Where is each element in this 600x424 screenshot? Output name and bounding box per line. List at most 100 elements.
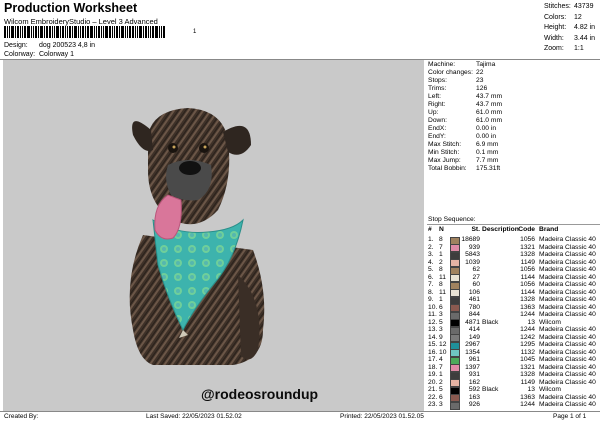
stat-label: Width:: [544, 34, 564, 42]
info-panel: Machine: Tajima Color changes: 22 Stops: 23 Tr…: [427, 60, 600, 411]
barcode-bar: [87, 26, 89, 38]
barcode-bar: [94, 26, 95, 38]
stat-value: 43739: [574, 3, 594, 10]
barcode-bar: [67, 26, 68, 38]
barcode-bar: [129, 26, 131, 38]
header-stat: Height: 4.82 in: [544, 23, 595, 34]
barcode-bar: [125, 26, 126, 38]
header-stat: Zoom: 1:1: [544, 44, 595, 55]
design-canvas: @rodeosroundup: [3, 60, 424, 411]
info-value: 43.7 mm: [476, 101, 503, 108]
info-value: 23: [476, 77, 484, 84]
col-header-description: Description: [482, 226, 519, 233]
header-stat: Stitches: 43739: [544, 2, 595, 13]
barcode-bar: [90, 26, 93, 38]
barcode-bar: [31, 26, 32, 38]
barcode-bar: [22, 26, 23, 38]
info-label: Machine:: [428, 61, 456, 68]
colorway-label: Colorway:: [4, 51, 36, 58]
row-number: 23.: [428, 401, 438, 408]
info-label: Down:: [428, 117, 447, 124]
info-value: 6.9 mm: [476, 141, 499, 148]
info-label: Right:: [428, 101, 446, 108]
stitch-count: 926: [468, 401, 480, 408]
barcode-bar: [9, 26, 10, 38]
barcode-bar: [27, 26, 30, 38]
barcode-bar: [150, 26, 151, 38]
barcode-bar: [127, 26, 128, 38]
info-label: Up:: [428, 109, 439, 116]
barcode-bar: [96, 26, 97, 38]
barcode-bar: [82, 26, 84, 38]
info-value: 0.00 in: [476, 125, 497, 132]
info-label: Left:: [428, 93, 442, 100]
design-value: dog 200523 4,8 in: [39, 42, 96, 49]
barcode-bar: [7, 26, 8, 38]
barcode-bar: [56, 26, 59, 38]
barcode-bar: [65, 26, 66, 38]
barcode-bar: [101, 26, 102, 38]
page-number: Page 1 of 1: [553, 413, 587, 420]
col-header-n: N: [439, 226, 444, 233]
header-stats: Stitches: 43739 Colors: 12 Height: 4.82 in Wid…: [544, 2, 595, 55]
barcode-bar: [132, 26, 134, 38]
barcode-bar: [137, 26, 138, 38]
last-saved: Last Saved: 22/05/2023 01.52.02: [146, 413, 242, 420]
barcode-number: 1: [193, 29, 197, 35]
barcode-bar: [155, 26, 158, 38]
barcode-bar: [119, 26, 120, 38]
barcode-bar: [72, 26, 73, 38]
thread-brand: Madeira Classic 40: [539, 401, 596, 408]
color-number: 3: [439, 401, 443, 408]
handle-text: @rodeosroundup: [201, 386, 319, 402]
barcode-bar: [161, 26, 162, 38]
barcode-bar: [15, 26, 16, 38]
dog-ear-left: [132, 121, 153, 151]
info-value: 0.00 in: [476, 133, 497, 140]
stat-label: Zoom:: [544, 45, 564, 52]
created-by: Created By:: [4, 413, 39, 420]
stop-sequence-header: # N St. Description Code Brand: [427, 225, 600, 234]
info-label: EndY:: [428, 133, 446, 140]
barcode-bar: [121, 26, 124, 38]
barcode-bar: [46, 26, 48, 38]
barcode-bar: [44, 26, 45, 38]
barcode-bar: [103, 26, 104, 38]
software-subtitle: Wilcom EmbroideryStudio – Level 3 Advanc…: [4, 17, 158, 26]
info-label: Min Stitch:: [428, 149, 460, 156]
barcode-bar: [49, 26, 51, 38]
info-value: 22: [476, 69, 484, 76]
barcode-bar: [69, 26, 71, 38]
thread-code: 1244: [520, 401, 535, 408]
barcode-bar: [33, 26, 34, 38]
footer-divider: [0, 411, 600, 412]
info-value: Tajima: [476, 61, 496, 68]
barcode-bar: [40, 26, 43, 38]
col-header-stitches: St.: [471, 226, 480, 233]
info-value: 61.0 mm: [476, 117, 503, 124]
info-label: Trims:: [428, 85, 447, 92]
barcode-bar: [145, 26, 147, 38]
table-row: 23. 3 926 1244 Madeira Classic 40: [427, 400, 600, 410]
info-value: 43.7 mm: [476, 93, 503, 100]
barcode-bar: [35, 26, 37, 38]
barcode-bar: [74, 26, 77, 38]
barcode-bar: [139, 26, 142, 38]
barcode-bar: [38, 26, 39, 38]
barcode-bar: [80, 26, 81, 38]
page-title: Production Worksheet: [4, 1, 138, 15]
stat-value: 12: [574, 13, 582, 21]
barcode-bar: [98, 26, 100, 38]
col-header-brand: Brand: [539, 226, 559, 233]
barcode-bar: [163, 26, 165, 38]
stat-value: 3.44 in: [574, 34, 596, 42]
info-label: Max Jump:: [428, 157, 461, 164]
info-value: 61.0 mm: [476, 109, 503, 116]
stat-label: Stitches:: [544, 3, 571, 10]
info-value: 7.7 mm: [476, 157, 499, 164]
info-label: Total Bobbin:: [428, 165, 467, 172]
barcode-bar: [54, 26, 55, 38]
stop-sequence-title: Stop Sequence:: [428, 216, 476, 223]
barcode-bar: [143, 26, 144, 38]
barcode-bar: [135, 26, 136, 38]
